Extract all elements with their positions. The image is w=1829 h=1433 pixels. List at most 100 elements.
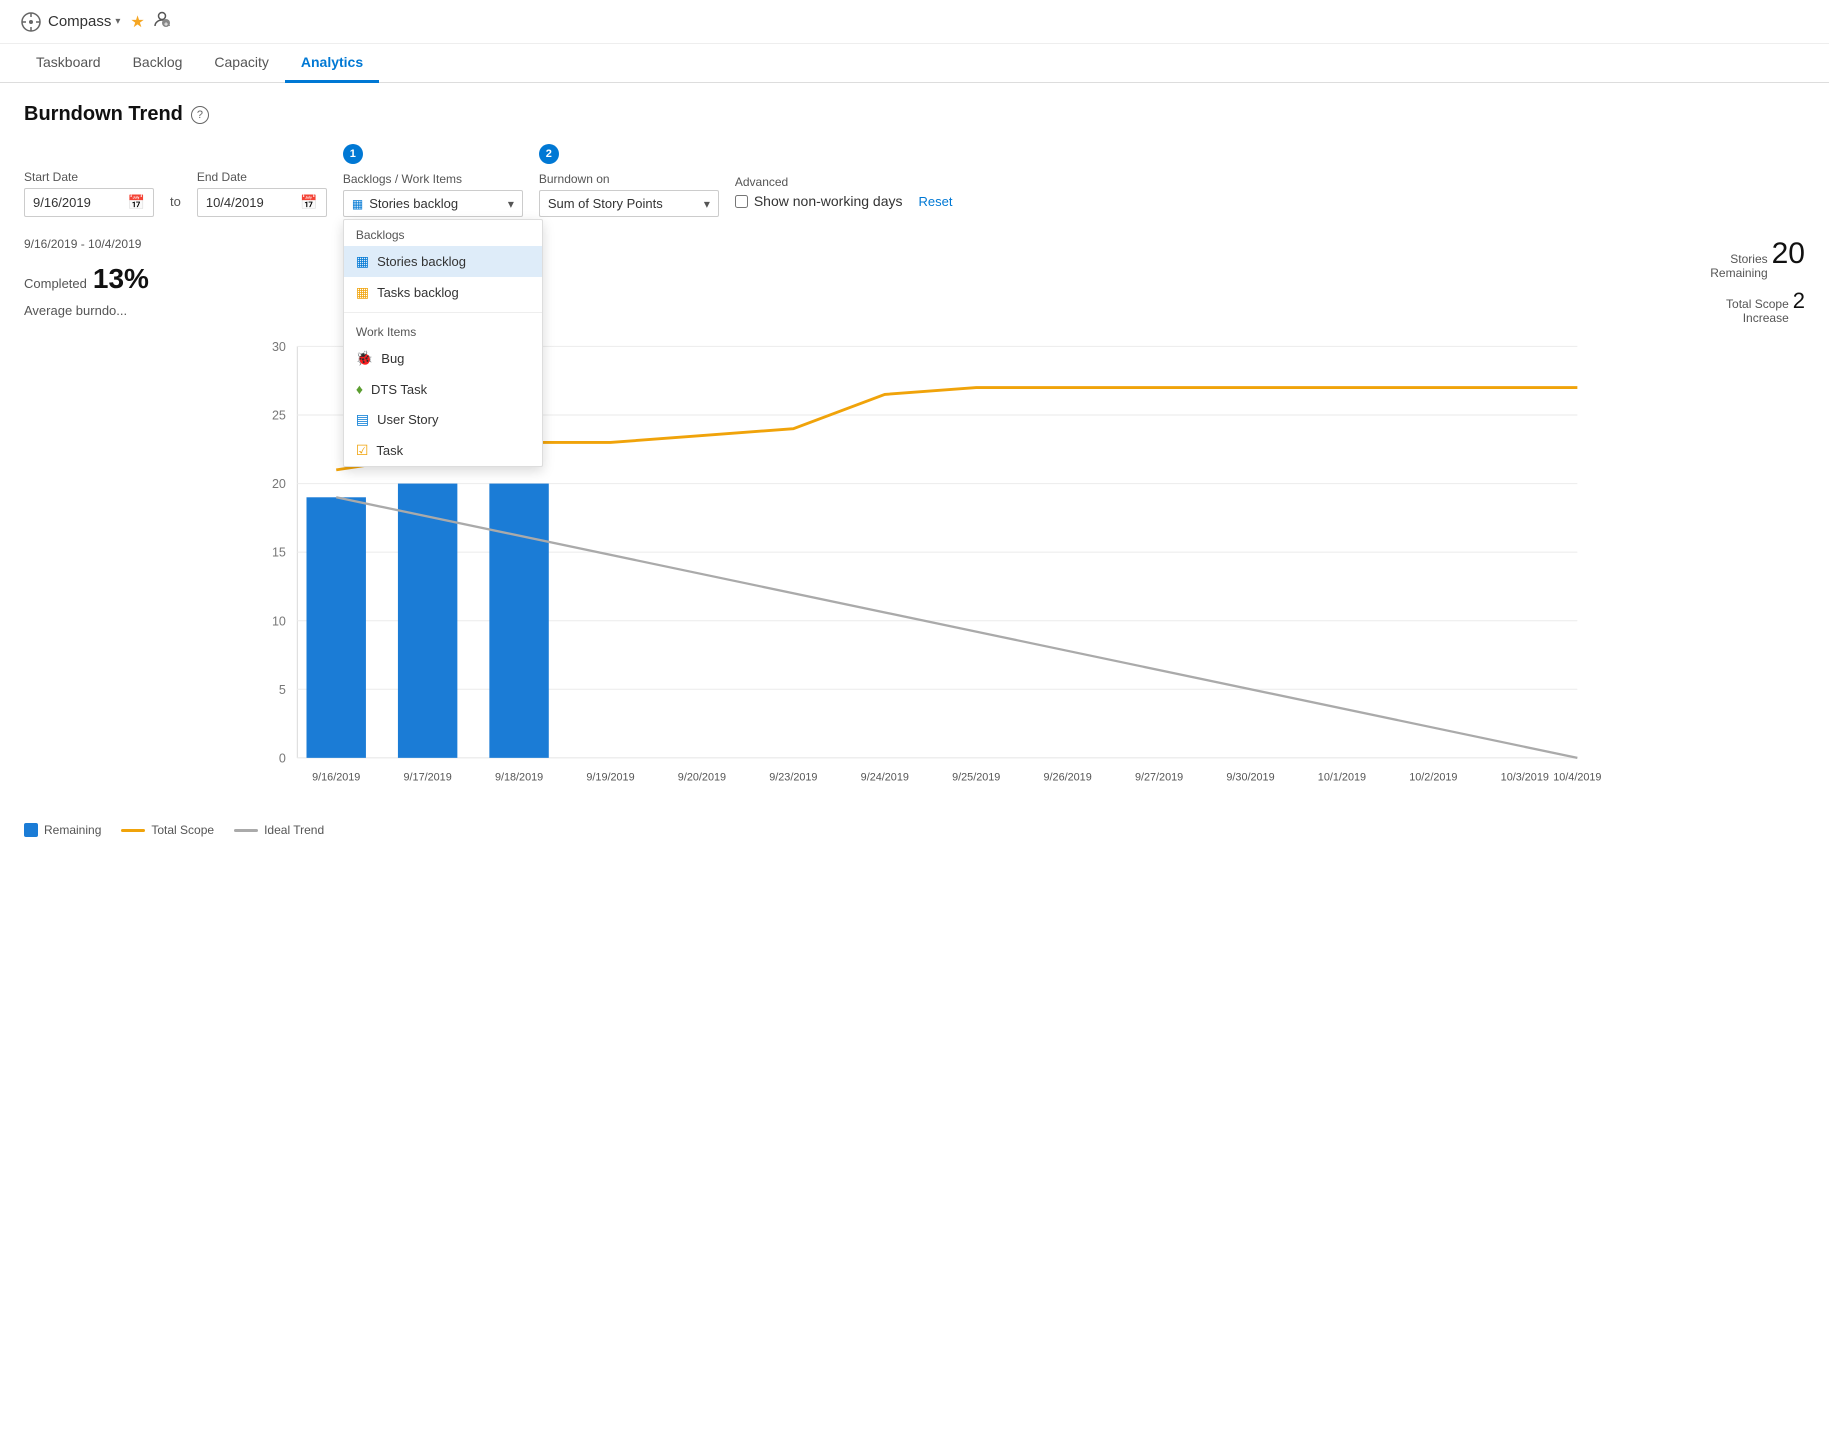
tab-backlog[interactable]: Backlog: [117, 44, 199, 83]
burndown-dropdown-btn[interactable]: Sum of Story Points ▾: [539, 190, 719, 217]
start-date-group: Start Date 9/16/2019 📅: [24, 170, 154, 217]
show-nonworking-group: Show non-working days: [735, 193, 903, 217]
svg-text:5: 5: [279, 683, 286, 697]
tab-capacity[interactable]: Capacity: [198, 44, 284, 83]
stories-remaining-block: StoriesRemaining 20: [1710, 237, 1805, 280]
page-title: Burndown Trend: [24, 103, 183, 126]
page-title-row: Burndown Trend ?: [24, 103, 1805, 126]
chart-right-stats: StoriesRemaining 20 Total ScopeIncrease …: [1710, 237, 1805, 325]
app-icon: [20, 11, 42, 33]
backlogs-section-label: Backlogs: [344, 220, 542, 246]
chart-wrapper: 0 5 10 15 20 25 30: [24, 335, 1805, 815]
step2-badge: 2: [539, 144, 559, 164]
legend-remaining: Remaining: [24, 823, 101, 837]
top-bar: Compass ▾ ★ +: [0, 0, 1829, 44]
step2-label-row: 2: [539, 144, 719, 166]
end-date-calendar-icon: 📅: [300, 194, 317, 211]
start-date-label: Start Date: [24, 170, 154, 184]
show-nonworking-checkbox[interactable]: [735, 195, 748, 208]
chart-left-stats: 9/16/2019 - 10/4/2019 Completed 13% Aver…: [24, 237, 149, 318]
app-chevron[interactable]: ▾: [115, 16, 120, 27]
user-story-icon: ▤: [356, 411, 369, 428]
burndown-label: Burndown on: [539, 172, 719, 186]
task-icon: ☑: [356, 442, 369, 459]
start-date-calendar-icon: 📅: [128, 194, 145, 211]
backlogs-chevron-icon: ▾: [508, 197, 514, 211]
legend-row: Remaining Total Scope Ideal Trend: [24, 823, 1805, 837]
end-date-input[interactable]: 10/4/2019 📅: [197, 188, 327, 217]
dts-task-label: DTS Task: [371, 382, 427, 397]
nav-tabs: Taskboard Backlog Capacity Analytics: [0, 44, 1829, 83]
legend-ideal-trend-color: [234, 829, 258, 832]
backlogs-label: Backlogs / Work Items: [343, 172, 523, 186]
svg-text:10: 10: [272, 614, 286, 628]
svg-text:15: 15: [272, 546, 286, 560]
start-date-input[interactable]: 9/16/2019 📅: [24, 188, 154, 217]
user-story-label: User Story: [377, 412, 438, 427]
controls-row: Start Date 9/16/2019 📅 to End Date 10/4/…: [24, 144, 1805, 217]
svg-text:25: 25: [272, 409, 286, 423]
backlog-btn-icon: ▦: [352, 197, 363, 211]
app-name: Compass: [48, 13, 111, 30]
backlogs-workitems-group: 1 Backlogs / Work Items ▦ Stories backlo…: [343, 144, 523, 217]
burndown-chart: 0 5 10 15 20 25 30: [24, 335, 1805, 815]
bug-label: Bug: [381, 351, 404, 366]
backlogs-dropdown-btn[interactable]: ▦ Stories backlog ▾: [343, 190, 523, 217]
svg-text:10/1/2019: 10/1/2019: [1318, 772, 1366, 784]
svg-text:10/2/2019: 10/2/2019: [1409, 772, 1457, 784]
end-date-group: End Date 10/4/2019 📅: [197, 170, 327, 217]
svg-text:9/24/2019: 9/24/2019: [861, 772, 909, 784]
backlogs-selected-value: Stories backlog: [369, 196, 458, 211]
svg-text:+: +: [164, 22, 168, 29]
advanced-group: Advanced Show non-working days: [735, 175, 903, 217]
legend-ideal-trend: Ideal Trend: [234, 823, 324, 837]
avg-burndown-label: Average burndo...: [24, 303, 149, 318]
step1-badge: 1: [343, 144, 363, 164]
svg-text:10/4/2019: 10/4/2019: [1553, 772, 1601, 784]
legend-total-scope-color: [121, 829, 145, 832]
dropdown-item-user-story[interactable]: ▤ User Story: [344, 404, 542, 435]
completed-label: Completed: [24, 276, 87, 291]
dropdown-item-dts-task[interactable]: ♦ DTS Task: [344, 374, 542, 404]
dropdown-item-tasks-backlog[interactable]: ▦ Tasks backlog: [344, 277, 542, 308]
svg-text:9/27/2019: 9/27/2019: [1135, 772, 1183, 784]
show-nonworking-label[interactable]: Show non-working days: [754, 193, 903, 209]
tab-analytics[interactable]: Analytics: [285, 44, 379, 83]
burndown-chevron-icon: ▾: [704, 197, 710, 211]
person-icon: +: [153, 10, 171, 33]
svg-text:10/3/2019: 10/3/2019: [1501, 772, 1549, 784]
to-label: to: [170, 194, 181, 217]
bug-icon: 🐞: [356, 350, 373, 367]
burndown-selected-value: Sum of Story Points: [548, 196, 663, 211]
completed-stat: Completed 13%: [24, 263, 149, 295]
dropdown-item-task[interactable]: ☑ Task: [344, 435, 542, 466]
legend-ideal-trend-label: Ideal Trend: [264, 823, 324, 837]
svg-text:9/18/2019: 9/18/2019: [495, 772, 543, 784]
tab-taskboard[interactable]: Taskboard: [20, 44, 117, 83]
end-date-label: End Date: [197, 170, 327, 184]
completed-value: 13%: [93, 263, 149, 295]
svg-text:9/16/2019: 9/16/2019: [312, 772, 360, 784]
dropdown-divider: [344, 312, 542, 313]
svg-text:0: 0: [279, 751, 286, 765]
start-date-value: 9/16/2019: [33, 195, 122, 210]
advanced-label: Advanced: [735, 175, 903, 189]
main-content: Burndown Trend ? Start Date 9/16/2019 📅 …: [0, 83, 1829, 857]
legend-total-scope-label: Total Scope: [151, 823, 214, 837]
task-label: Task: [376, 443, 403, 458]
dts-task-icon: ♦: [356, 381, 363, 397]
total-scope-block: Total ScopeIncrease 2: [1726, 284, 1805, 325]
chart-area: 9/16/2019 - 10/4/2019 Completed 13% Aver…: [24, 237, 1805, 837]
stories-remaining-label: StoriesRemaining: [1710, 252, 1767, 280]
svg-text:9/19/2019: 9/19/2019: [586, 772, 634, 784]
star-icon[interactable]: ★: [130, 12, 144, 32]
dropdown-item-stories-backlog[interactable]: ▦ Stories backlog: [344, 246, 542, 277]
dropdown-item-bug[interactable]: 🐞 Bug: [344, 343, 542, 374]
help-icon[interactable]: ?: [191, 106, 209, 124]
reset-button[interactable]: Reset: [918, 194, 952, 217]
svg-text:30: 30: [272, 340, 286, 354]
bar-2: [489, 484, 548, 758]
tasks-backlog-label: Tasks backlog: [377, 285, 459, 300]
stories-backlog-label: Stories backlog: [377, 254, 466, 269]
svg-text:9/26/2019: 9/26/2019: [1044, 772, 1092, 784]
